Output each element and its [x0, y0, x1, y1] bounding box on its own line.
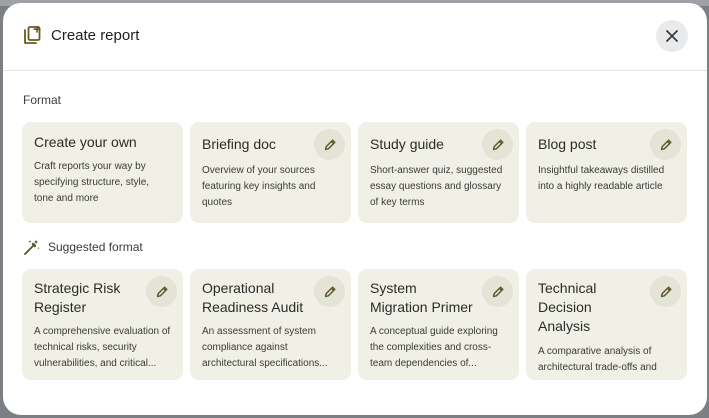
suggested-card-system-migration-primer[interactable]: System Migration Primer A conceptual gui…	[358, 269, 519, 380]
close-icon	[666, 30, 678, 42]
card-description: Overview of your sources featuring key i…	[202, 165, 316, 208]
report-add-icon	[22, 25, 42, 47]
card-description: A comparative analysis of architectural …	[538, 346, 657, 372]
create-report-dialog: Create report Format Create your own Cra…	[3, 3, 707, 415]
format-card-blog-post[interactable]: Blog post Insightful takeaways distilled…	[526, 122, 687, 223]
edit-button[interactable]	[314, 129, 345, 160]
card-description: A comprehensive evaluation of technical …	[34, 326, 171, 369]
card-description: An assessment of system compliance again…	[202, 326, 328, 369]
format-section-label: Format	[23, 93, 62, 107]
magic-wand-icon	[24, 239, 40, 255]
pencil-icon	[492, 139, 503, 150]
card-title: Briefing doc	[202, 136, 276, 152]
pencil-icon	[660, 139, 671, 150]
pencil-icon	[660, 286, 671, 297]
edit-button[interactable]	[650, 129, 681, 160]
card-title: System Migration Primer	[370, 280, 473, 315]
suggested-card-technical-decision-analysis[interactable]: Technical Decision Analysis A comparativ…	[526, 269, 687, 380]
card-title: Blog post	[538, 136, 597, 152]
card-title: Create your own	[34, 134, 137, 150]
card-title: Study guide	[370, 136, 444, 152]
pencil-icon	[492, 286, 503, 297]
card-title: Operational Readiness Audit	[202, 280, 304, 315]
dialog-title: Create report	[51, 27, 140, 44]
format-card-study-guide[interactable]: Study guide Short-answer quiz, suggested…	[358, 122, 519, 223]
edit-button[interactable]	[650, 276, 681, 307]
edit-button[interactable]	[482, 129, 513, 160]
card-description: A conceptual guide exploring the complex…	[370, 326, 498, 369]
suggested-section-label: Suggested format	[48, 240, 143, 254]
edit-button[interactable]	[482, 276, 513, 307]
pencil-icon	[324, 286, 335, 297]
suggested-format-header: Suggested format	[23, 238, 143, 256]
suggested-card-operational-readiness-audit[interactable]: Operational Readiness Audit An assessmen…	[190, 269, 351, 380]
card-description: Craft reports your way by specifying str…	[34, 161, 150, 204]
suggested-card-strategic-risk-register[interactable]: Strategic Risk Register A comprehensive …	[22, 269, 183, 380]
card-description: Insightful takeaways distilled into a hi…	[538, 165, 665, 192]
pencil-icon	[156, 286, 167, 297]
pencil-icon	[324, 139, 335, 150]
card-title: Strategic Risk Register	[34, 280, 121, 315]
edit-button[interactable]	[314, 276, 345, 307]
card-description: Short-answer quiz, suggested essay quest…	[370, 165, 503, 208]
dialog-header: Create report	[3, 3, 707, 71]
close-button[interactable]	[656, 20, 688, 52]
format-card-create-your-own[interactable]: Create your own Craft reports your way b…	[22, 122, 183, 223]
edit-button[interactable]	[146, 276, 177, 307]
card-title: Technical Decision Analysis	[538, 280, 597, 334]
format-card-briefing-doc[interactable]: Briefing doc Overview of your sources fe…	[190, 122, 351, 223]
